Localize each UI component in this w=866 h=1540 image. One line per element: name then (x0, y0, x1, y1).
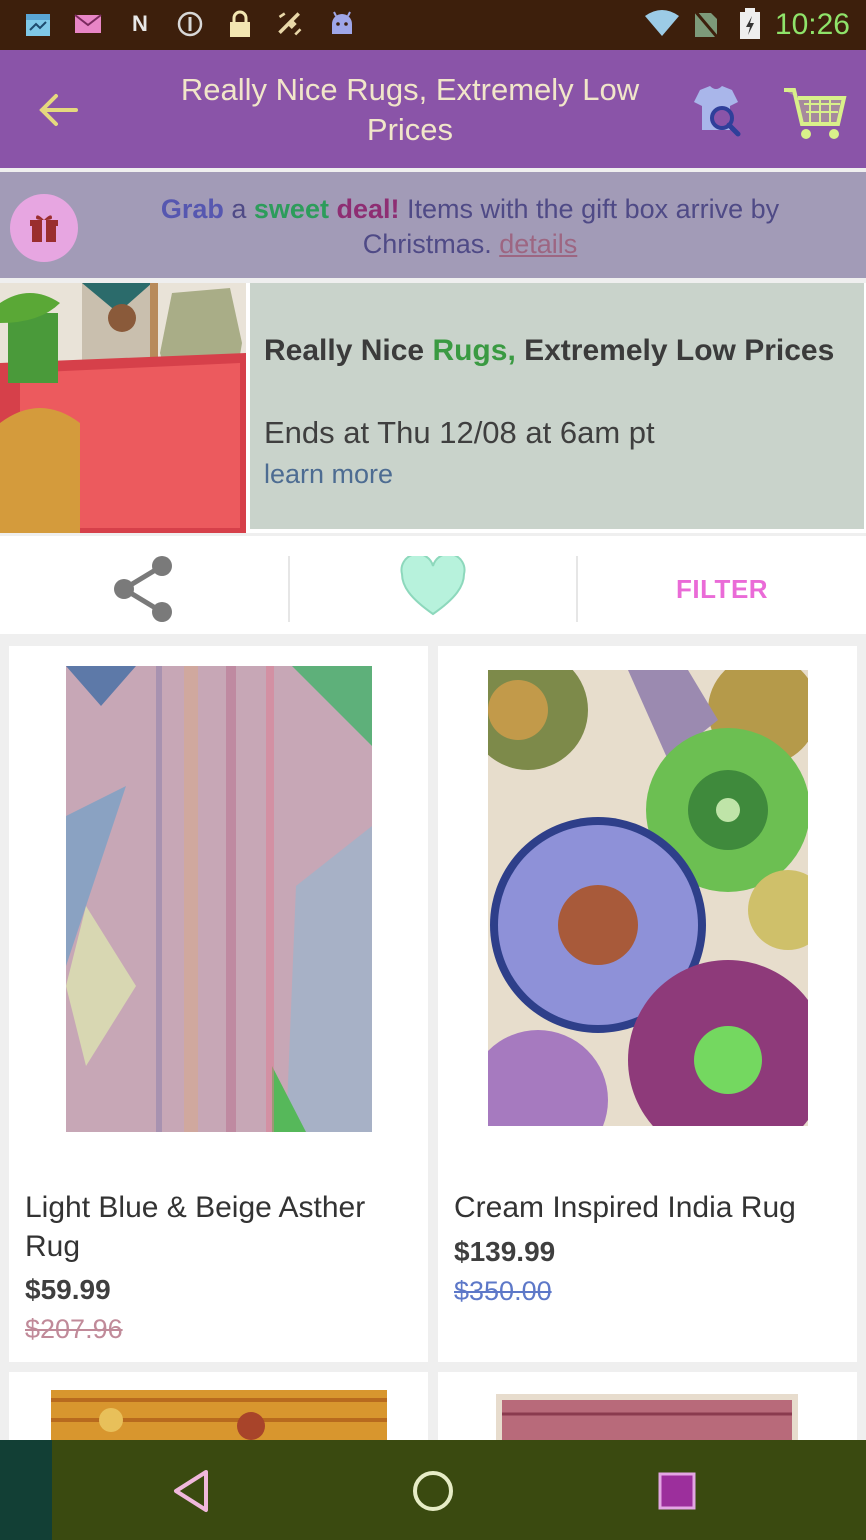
product-name: Light Blue & Beige Asther Rug (25, 1191, 366, 1263)
calendar-icon (24, 10, 52, 38)
android-icon (328, 10, 356, 38)
filter-button[interactable]: FILTER (676, 574, 768, 605)
hero-rug-image (0, 283, 246, 533)
back-arrow-icon[interactable] (34, 86, 82, 134)
home-circle-icon[interactable] (408, 1466, 458, 1516)
product-price: $139.99 (454, 1236, 556, 1267)
product-image (66, 666, 372, 1132)
divider (288, 556, 290, 622)
promo-text: Grab a sweet deal! Items with the gift b… (160, 194, 780, 259)
search-shirt-icon[interactable] (686, 80, 748, 142)
no-sim-icon (692, 10, 720, 38)
product-card[interactable] (438, 1372, 857, 1440)
action-row: FILTER (0, 536, 866, 634)
mail-icon (74, 10, 102, 38)
hero-info[interactable]: Really Nice Rugs, Extremely Low Prices E… (250, 283, 864, 529)
share-icon[interactable] (110, 554, 178, 624)
promo-banner: Grab a sweet deal! Items with the gift b… (0, 172, 866, 278)
sale-hero: Really Nice Rugs, Extremely Low Prices E… (0, 283, 866, 533)
product-original-price: $207.96 (25, 1314, 123, 1344)
recents-square-icon[interactable] (652, 1466, 702, 1516)
learn-more-link[interactable]: learn more (264, 459, 393, 490)
wifi-icon (644, 10, 680, 38)
product-price: $59.99 (25, 1274, 111, 1305)
status-bar: N 10:26 (0, 0, 866, 50)
battery-charging-icon (736, 8, 764, 39)
clock: 10:26 (774, 8, 850, 41)
product-image (468, 650, 828, 1170)
info-circle-icon (176, 10, 204, 38)
details-link[interactable]: details (499, 229, 577, 259)
product-card[interactable] (9, 1372, 428, 1440)
gift-icon[interactable] (10, 194, 78, 262)
app-bar: Really Nice Rugs, Extremely Low Prices (0, 50, 866, 168)
page-title: Really Nice Rugs, Extremely Low Prices (180, 72, 640, 147)
back-triangle-icon[interactable] (166, 1466, 216, 1516)
product-card[interactable]: Light Blue & Beige Asther Rug $59.99 $20… (9, 646, 428, 1362)
navbar-edge (0, 1440, 52, 1540)
divider (576, 556, 578, 622)
cart-icon[interactable] (780, 78, 850, 148)
sale-title: Really Nice Rugs, Extremely Low Prices (264, 334, 835, 367)
product-image (496, 1394, 798, 1440)
notification-n-icon: N (132, 11, 148, 36)
product-original-price: $350.00 (454, 1276, 552, 1306)
satellite-icon (276, 10, 304, 38)
heart-icon[interactable] (400, 553, 466, 618)
product-card[interactable]: Cream Inspired India Rug $139.99 $350.00 (438, 646, 857, 1362)
system-navbar (0, 1440, 866, 1540)
lock-icon (226, 10, 254, 38)
product-name: Cream Inspired India Rug (454, 1191, 796, 1224)
product-image (51, 1390, 387, 1440)
sale-end-date: Ends at Thu 12/08 at 6am pt (264, 415, 655, 450)
